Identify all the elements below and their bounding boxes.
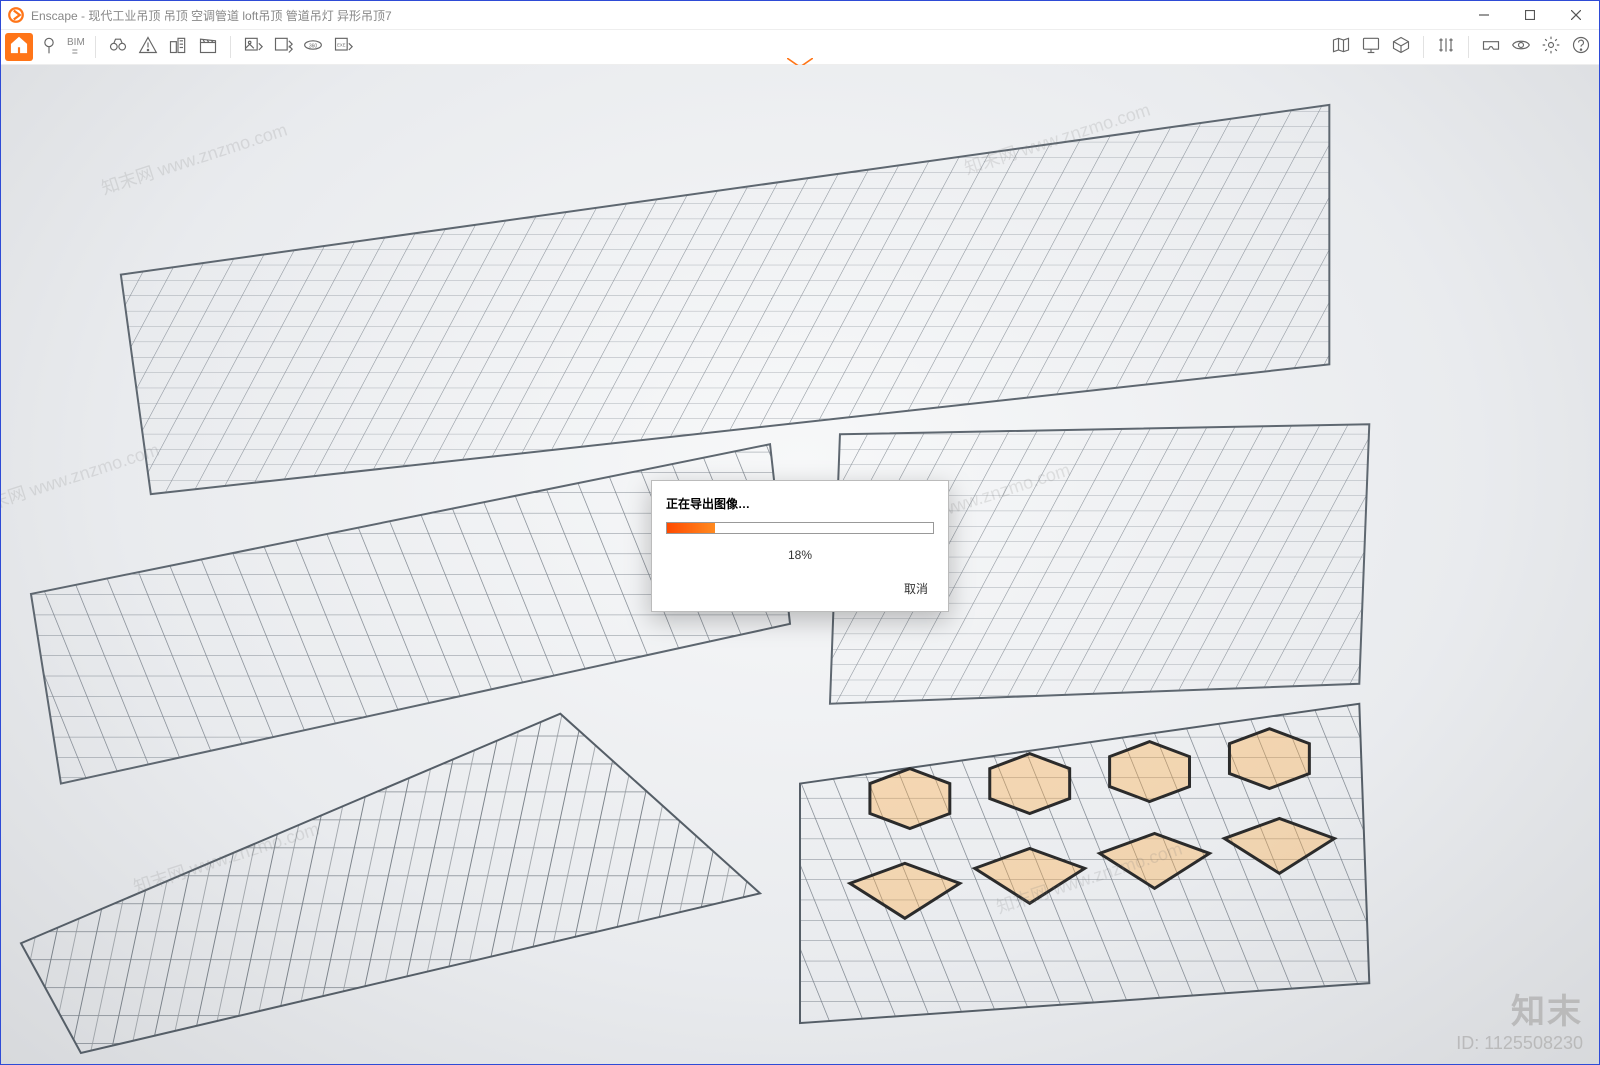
app-window: Enscape - 现代工业吊顶 吊顶 空调管道 loft吊顶 管道吊灯 异形吊…	[0, 0, 1600, 1065]
minimize-button[interactable]	[1461, 1, 1507, 29]
buildings-icon	[168, 35, 188, 60]
dialog-title: 正在导出图像…	[666, 495, 934, 512]
exe-export-button[interactable]: EXE	[329, 33, 357, 61]
pin-icon	[39, 35, 59, 60]
toolbar-separator	[95, 36, 96, 58]
export-batch-icon	[273, 35, 293, 60]
viewport-3d[interactable]: 知末网 www.znzmo.com 知末网 www.znzmo.com 知末网 …	[1, 65, 1599, 1064]
clapper-icon	[198, 35, 218, 60]
split-view-button[interactable]	[1432, 33, 1460, 61]
map-icon	[1331, 35, 1351, 60]
corner-id: ID: 1125508230	[1456, 1033, 1583, 1054]
maximize-button[interactable]	[1507, 1, 1553, 29]
progress-bar	[666, 522, 934, 534]
close-button[interactable]	[1553, 1, 1599, 29]
toolbar-right-group	[1327, 33, 1595, 61]
triangle-warning-icon	[138, 35, 158, 60]
vr-button[interactable]	[1477, 33, 1505, 61]
monitor-icon	[1361, 35, 1381, 60]
export-batch-button[interactable]	[269, 33, 297, 61]
title-bar: Enscape - 现代工业吊顶 吊顶 空调管道 loft吊顶 管道吊灯 异形吊…	[1, 1, 1599, 29]
export-image-button[interactable]	[239, 33, 267, 61]
exe-export-icon: EXE	[333, 35, 353, 60]
home-button[interactable]	[5, 33, 33, 61]
help-icon	[1571, 35, 1591, 60]
asset-library-button[interactable]	[1357, 33, 1385, 61]
corner-brand: 知末	[1456, 984, 1583, 1033]
toolbar-separator	[1468, 36, 1469, 58]
binoculars-button[interactable]	[104, 33, 132, 61]
cancel-button[interactable]: 取消	[898, 576, 934, 601]
toolbar-separator	[230, 36, 231, 58]
bim-sub-icon: ≣	[72, 48, 81, 56]
toolbar: BIM ≣ 360	[1, 29, 1599, 65]
help-button[interactable]	[1567, 33, 1595, 61]
app-logo-icon	[7, 6, 25, 24]
bim-button[interactable]: BIM ≣	[67, 38, 85, 56]
vr-headset-icon	[1481, 35, 1501, 60]
toolbar-separator	[1423, 36, 1424, 58]
gear-icon	[1541, 35, 1561, 60]
pin-button[interactable]	[35, 33, 63, 61]
svg-text:360: 360	[309, 43, 318, 49]
panorama-360-icon: 360	[303, 35, 323, 60]
progress-percent-label: 18%	[666, 548, 934, 562]
marker-button[interactable]	[134, 33, 162, 61]
export-image-icon	[243, 35, 263, 60]
settings-button[interactable]	[1537, 33, 1565, 61]
window-title: Enscape - 现代工业吊顶 吊顶 空调管道 loft吊顶 管道吊灯 异形吊…	[31, 7, 392, 24]
binoculars-icon	[108, 35, 128, 60]
eye-icon	[1511, 35, 1531, 60]
corner-watermark: 知末 ID: 1125508230	[1456, 984, 1583, 1054]
cube-icon	[1391, 35, 1411, 60]
home-icon	[9, 35, 29, 60]
columns-icon	[1436, 35, 1456, 60]
toolbar-left-group: BIM ≣ 360	[5, 33, 357, 61]
collapse-toolbar-caret[interactable]	[787, 55, 813, 65]
progress-fill	[667, 523, 715, 533]
video-button[interactable]	[194, 33, 222, 61]
svg-text:EXE: EXE	[337, 42, 346, 47]
panorama-360-button[interactable]: 360	[299, 33, 327, 61]
cube-button[interactable]	[1387, 33, 1415, 61]
buildings-button[interactable]	[164, 33, 192, 61]
window-controls	[1461, 1, 1599, 29]
dialog-actions: 取消	[666, 576, 934, 601]
map-button[interactable]	[1327, 33, 1355, 61]
visibility-button[interactable]	[1507, 33, 1535, 61]
export-progress-dialog: 正在导出图像… 18% 取消	[651, 480, 949, 612]
